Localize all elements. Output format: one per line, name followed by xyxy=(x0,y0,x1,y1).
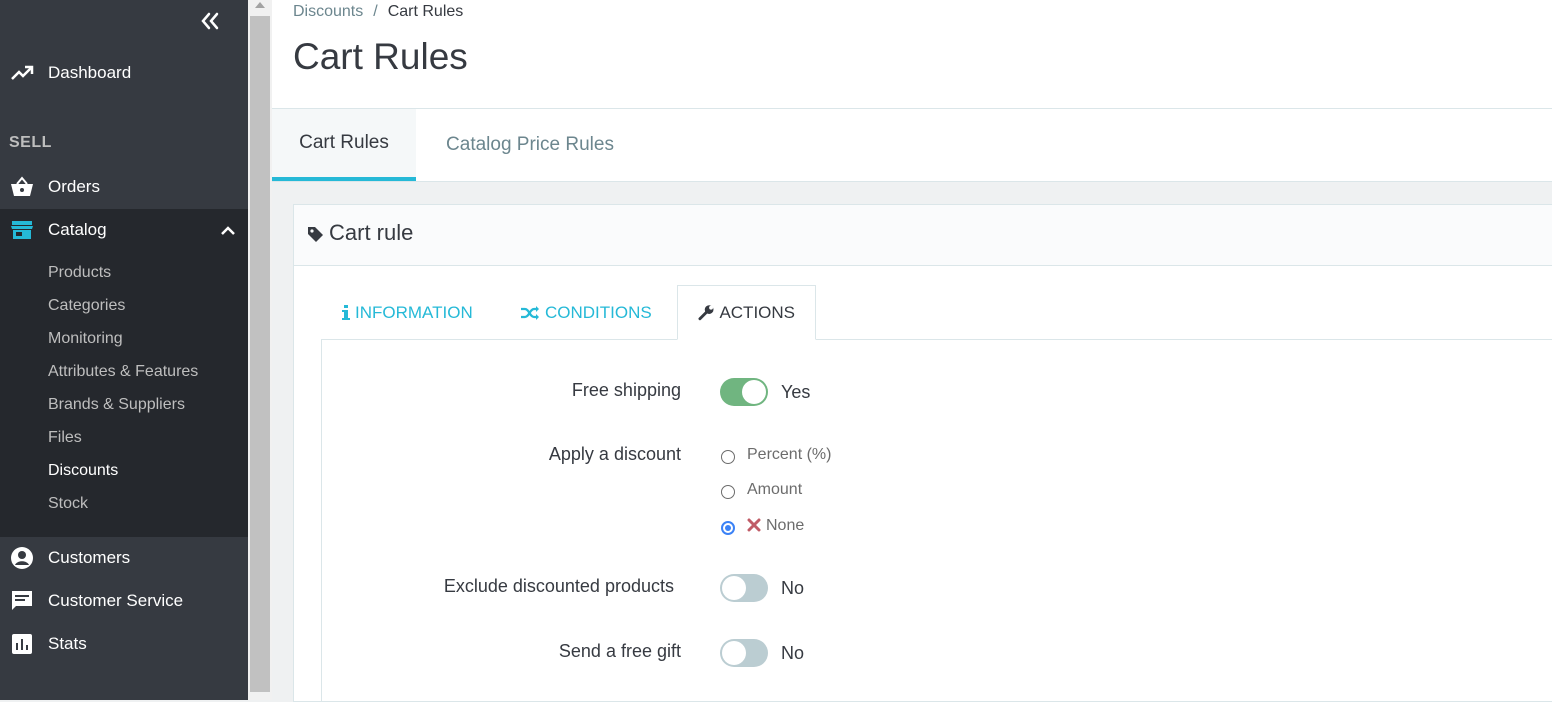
sidebar-subitem-discounts[interactable]: Discounts xyxy=(48,462,118,480)
breadcrumb-link-discounts[interactable]: Discounts xyxy=(293,3,363,20)
tab-information[interactable]: INFORMATION xyxy=(342,285,473,340)
amount-radio-label[interactable]: Amount xyxy=(747,481,802,499)
exclude-discounted-state: No xyxy=(781,578,805,598)
scroll-up-arrow-icon[interactable] xyxy=(255,2,265,8)
sidebar-item-label: Customer Service xyxy=(48,591,184,610)
breadcrumb-separator: / xyxy=(373,3,378,20)
trending-up-icon xyxy=(10,61,34,85)
tag-icon xyxy=(308,227,323,242)
switch-knob xyxy=(742,380,766,404)
account-circle-icon xyxy=(10,546,34,570)
close-icon xyxy=(747,518,761,532)
store-icon xyxy=(10,218,34,242)
sidebar-item-label: Catalog xyxy=(48,220,107,239)
bar-chart-icon xyxy=(10,632,34,656)
none-radio[interactable] xyxy=(721,521,735,535)
double-chevron-left-icon xyxy=(201,12,219,30)
sidebar-subitem-products[interactable]: Products xyxy=(48,264,111,282)
chevron-up-icon[interactable] xyxy=(220,224,236,236)
top-tabs: Cart Rules Catalog Price Rules xyxy=(272,109,1552,182)
percent-radio-label[interactable]: Percent (%) xyxy=(747,446,831,464)
sidebar-item-dashboard[interactable]: Dashboard xyxy=(0,53,248,93)
sidebar-item-label: Stats xyxy=(48,634,87,653)
free-gift-label: Send a free gift xyxy=(558,641,681,661)
chat-icon xyxy=(10,589,34,613)
tab-label: CONDITIONS xyxy=(545,302,652,322)
apply-discount-label: Apply a discount xyxy=(548,444,681,464)
tab-conditions[interactable]: CONDITIONS xyxy=(520,285,652,340)
sidebar-subitem-brands[interactable]: Brands & Suppliers xyxy=(48,396,185,414)
sidebar-item-label: Customers xyxy=(48,548,131,567)
percent-radio[interactable] xyxy=(721,450,735,464)
exclude-discounted-label: Exclude discounted products xyxy=(443,576,674,596)
sidebar-item-customer-service[interactable]: Customer Service xyxy=(0,581,248,621)
none-radio-label[interactable]: None xyxy=(766,517,804,535)
tab-label: ACTIONS xyxy=(719,302,795,322)
sidebar-subitem-files[interactable]: Files xyxy=(48,429,82,447)
basket-icon xyxy=(10,175,34,199)
tab-actions[interactable]: ACTIONS xyxy=(677,285,816,340)
switch-knob xyxy=(722,641,746,665)
tab-catalog-price-rules[interactable]: Catalog Price Rules xyxy=(416,109,644,181)
tab-cart-rules[interactable]: Cart Rules xyxy=(272,109,416,181)
sidebar: Dashboard SELL Orders Catalog Products C… xyxy=(0,0,248,700)
sidebar-subitem-stock[interactable]: Stock xyxy=(48,495,88,513)
breadcrumb: Discounts / Cart Rules xyxy=(293,3,463,21)
sidebar-subitem-categories[interactable]: Categories xyxy=(48,297,125,315)
wrench-icon xyxy=(698,305,714,321)
sidebar-item-label: Dashboard xyxy=(48,63,132,82)
free-shipping-label: Free shipping xyxy=(571,380,681,400)
panel-header: Cart rule xyxy=(294,205,1552,266)
free-shipping-switch[interactable] xyxy=(720,378,768,406)
panel-title: Cart rule xyxy=(329,220,414,245)
sidebar-item-catalog[interactable]: Catalog xyxy=(0,210,248,250)
free-gift-switch[interactable] xyxy=(720,639,768,667)
page-title: Cart Rules xyxy=(293,36,468,77)
sidebar-item-customers[interactable]: Customers xyxy=(0,538,248,578)
shuffle-icon xyxy=(521,305,539,320)
tab-label: INFORMATION xyxy=(355,302,473,322)
page-header: Discounts / Cart Rules Cart Rules xyxy=(272,0,1552,109)
sidebar-subitem-monitoring[interactable]: Monitoring xyxy=(48,330,123,348)
sidebar-subitem-attributes[interactable]: Attributes & Features xyxy=(48,363,198,381)
sidebar-item-label: Orders xyxy=(48,177,100,196)
cart-rule-panel: Cart rule INFORMATION CONDITIONS ACTIONS… xyxy=(293,204,1552,702)
sidebar-item-orders[interactable]: Orders xyxy=(0,167,248,207)
sidebar-item-stats[interactable]: Stats xyxy=(0,624,248,664)
switch-knob xyxy=(722,576,746,600)
sidebar-section-sell: SELL xyxy=(9,134,52,151)
info-icon xyxy=(342,305,350,320)
exclude-discounted-switch[interactable] xyxy=(720,574,768,602)
amount-radio[interactable] xyxy=(721,485,735,499)
collapse-sidebar-button[interactable] xyxy=(198,10,222,32)
cart-rule-tabs: INFORMATION CONDITIONS ACTIONS xyxy=(294,285,1552,340)
scrollbar-thumb[interactable] xyxy=(250,16,270,692)
actions-tab-content: Free shipping Yes Apply a discount Perce… xyxy=(321,339,1552,702)
free-shipping-state: Yes xyxy=(781,382,811,402)
free-gift-state: No xyxy=(781,643,805,663)
breadcrumb-current: Cart Rules xyxy=(387,3,464,20)
